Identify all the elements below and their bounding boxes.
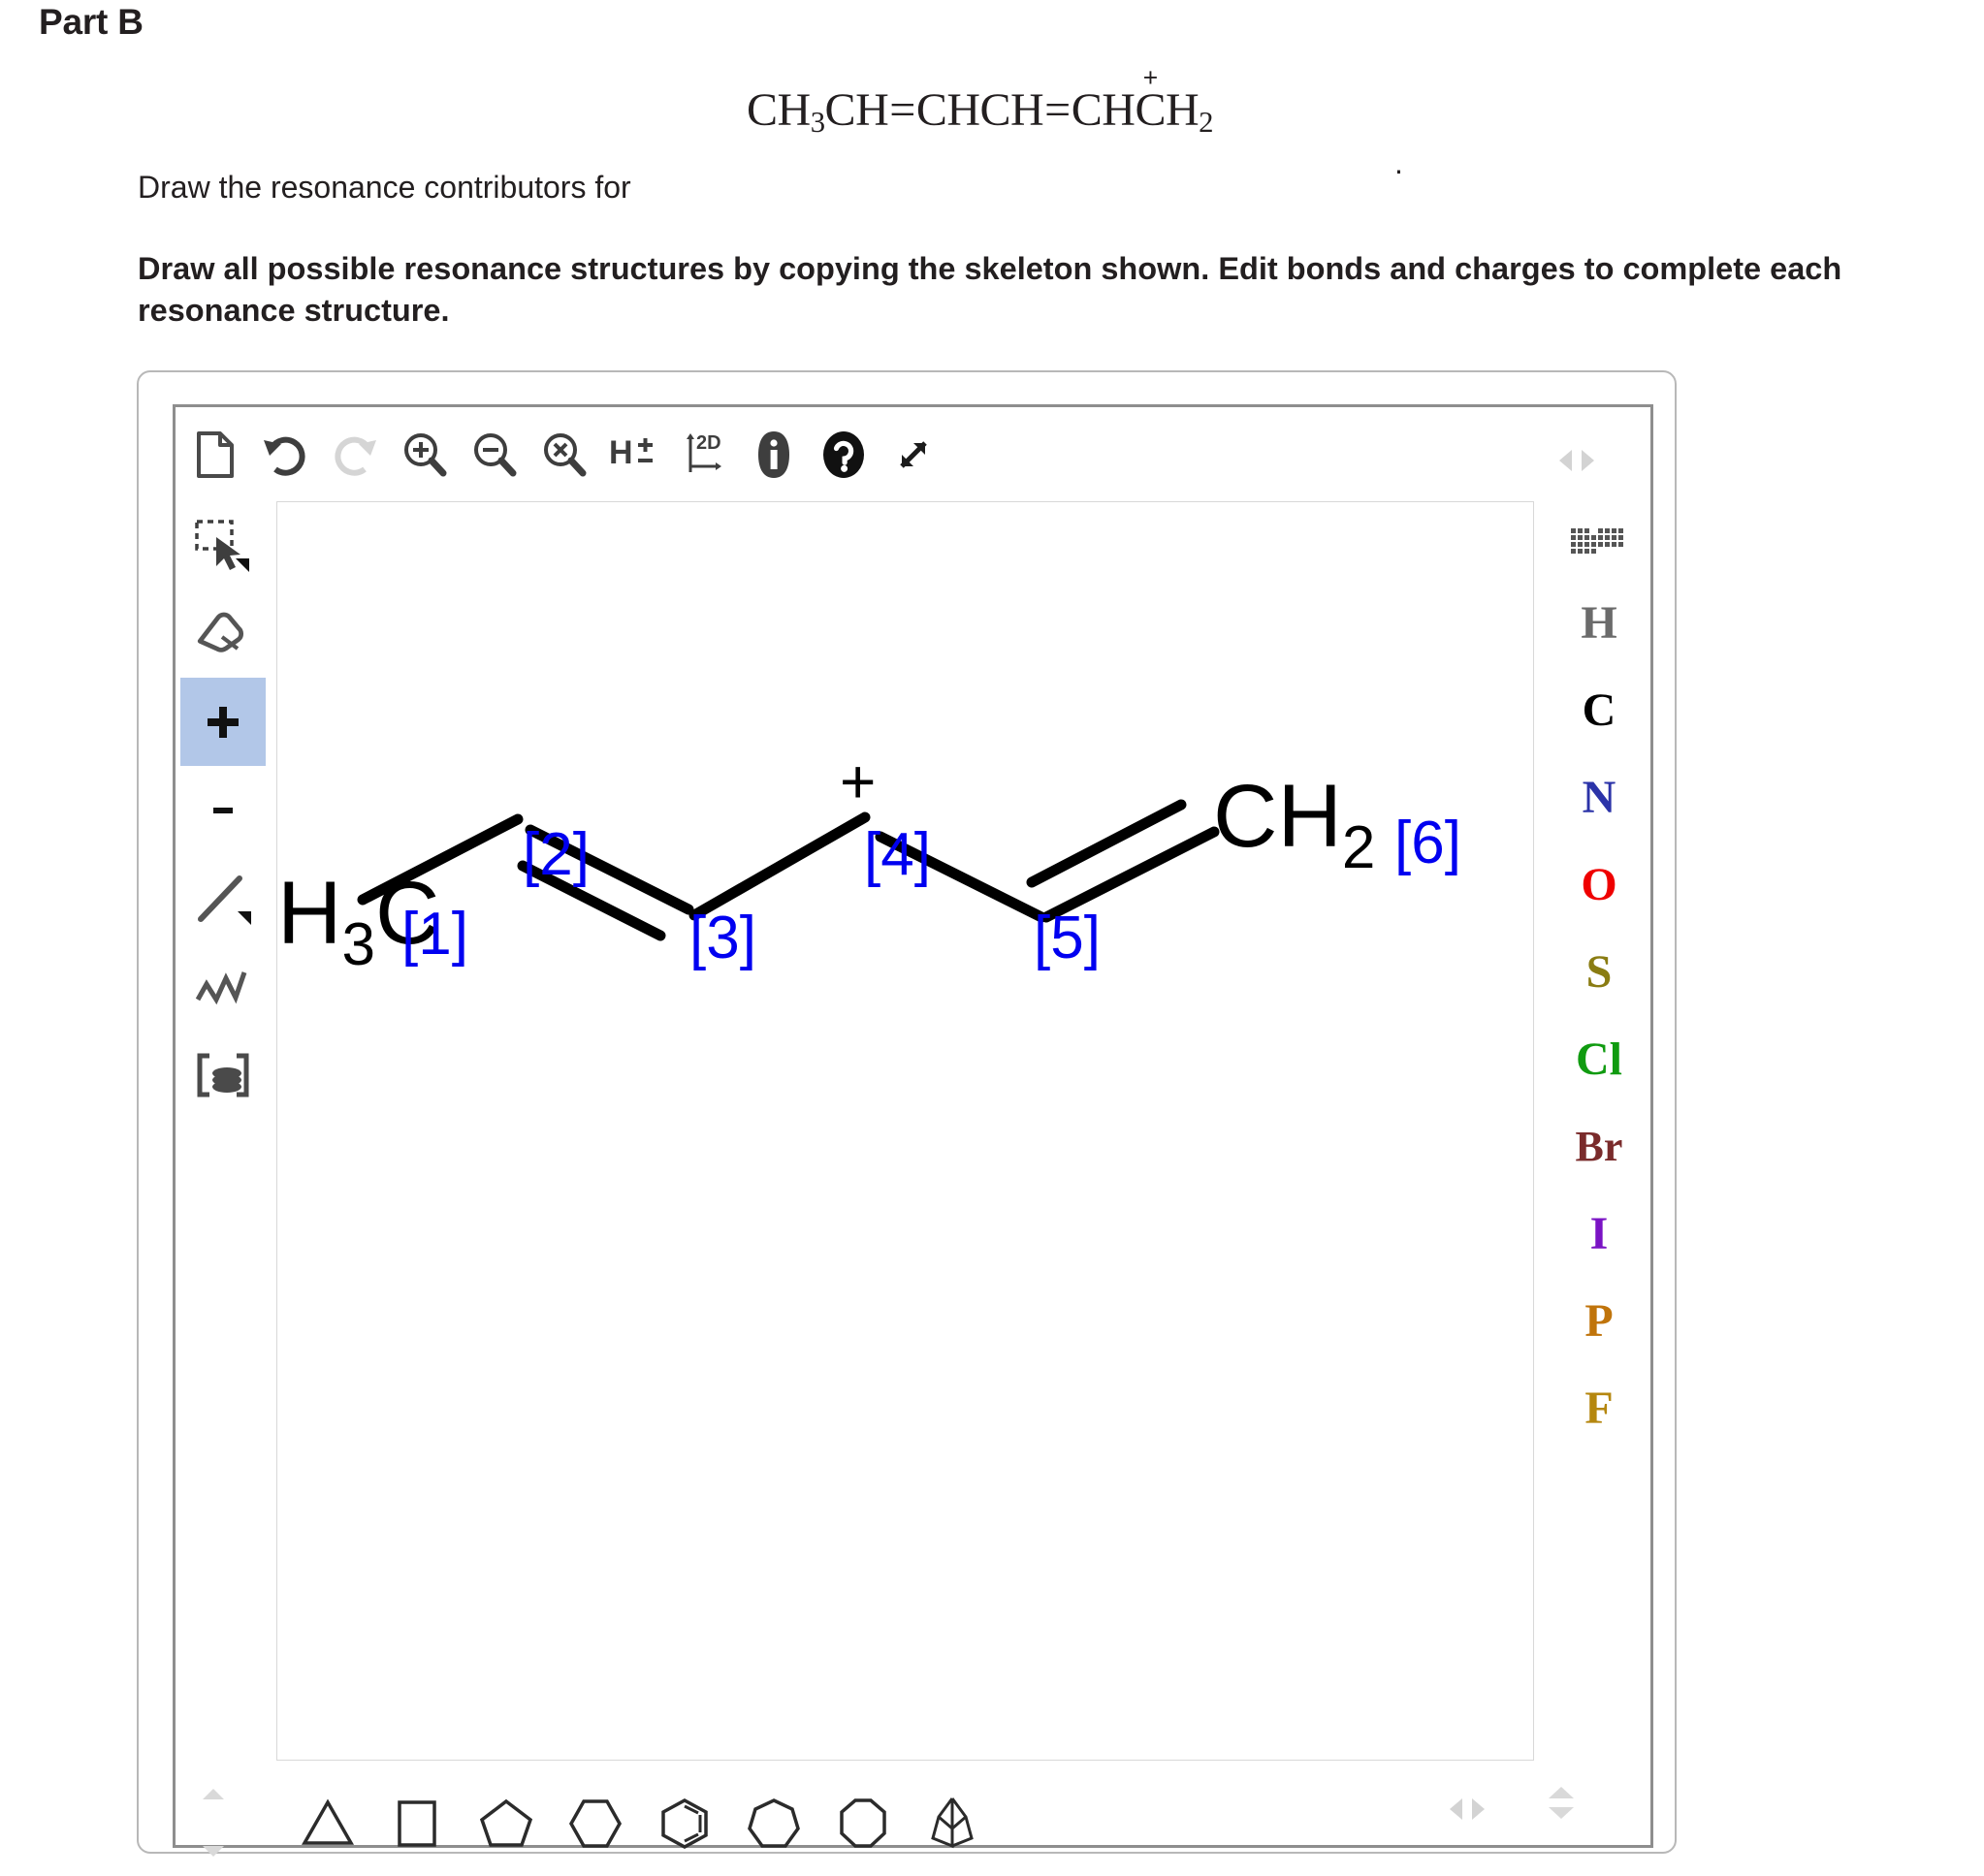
redo-button[interactable] — [320, 417, 390, 493]
skeleton-label-4[interactable]: [4] — [864, 821, 931, 888]
cyclobutane-button[interactable] — [372, 1782, 462, 1865]
element-button-cl[interactable]: Cl — [1547, 1016, 1651, 1103]
cyclopropane-button[interactable] — [283, 1782, 372, 1865]
cycloheptane-button[interactable] — [729, 1782, 818, 1865]
benzene-button[interactable] — [640, 1782, 729, 1865]
increase-charge-tool[interactable] — [180, 678, 266, 766]
element-button-i[interactable]: I — [1547, 1191, 1651, 1278]
template-group-tool[interactable] — [180, 1031, 266, 1119]
prompt-period: . — [1394, 145, 1403, 180]
undo-button[interactable] — [250, 417, 320, 493]
select-lasso-tool[interactable] — [180, 501, 266, 589]
zoom-in-button[interactable] — [390, 417, 460, 493]
svg-text:2D: 2D — [696, 432, 721, 454]
prompt-lead-text: Draw the resonance contributors for — [138, 170, 631, 205]
toolbar-pager-left-icon[interactable] — [1559, 450, 1572, 471]
ring-toolbar-pager[interactable] — [1450, 1798, 1485, 1820]
molecule-canvas[interactable]: H3C CH2 + [1] [2] [3] [4] [5] [6] — [276, 501, 1534, 1761]
element-button-p[interactable]: P — [1547, 1278, 1651, 1365]
bicyclic-button[interactable] — [908, 1782, 997, 1865]
help-button[interactable] — [809, 417, 879, 493]
element-button-h[interactable]: H — [1547, 580, 1651, 667]
decrease-charge-tool[interactable] — [180, 766, 266, 854]
molecule-drawing[interactable]: H3C CH2 + [1] [2] [3] [4] [5] [6] — [277, 502, 1534, 1761]
skeleton-label-6[interactable]: [6] — [1394, 810, 1461, 876]
skeleton-label-1[interactable]: [1] — [401, 901, 468, 968]
formula-text: CH3CH=CHCH=CH + CH2 — [747, 63, 1213, 140]
instruction-text: Draw all possible resonance structures b… — [138, 251, 1842, 329]
element-button-c[interactable]: C — [1547, 667, 1651, 754]
canvas-spinner-down-icon[interactable] — [1549, 1807, 1574, 1819]
ring-template-toolbar — [194, 1780, 1164, 1867]
cyclohexane-button[interactable] — [551, 1782, 640, 1865]
bond-3-4[interactable] — [688, 811, 871, 921]
toolbar-pager-right-icon[interactable] — [1582, 450, 1594, 471]
zoom-reset-button[interactable] — [529, 417, 599, 493]
top-toolbar: H 2D — [180, 412, 1528, 497]
hydrogen-toggle-button[interactable]: H — [599, 417, 669, 493]
left-tool-palette — [180, 501, 268, 1684]
bond-5-6-line-b[interactable] — [1026, 799, 1187, 888]
prompt-line: Draw the resonance contributors for — [138, 170, 631, 206]
canvas-vertical-spinner[interactable] — [1549, 1787, 1574, 1819]
cyclooctane-button[interactable] — [818, 1782, 908, 1865]
element-button-br[interactable]: Br — [1547, 1103, 1651, 1191]
element-button-o[interactable]: O — [1547, 842, 1651, 929]
fullscreen-button[interactable] — [879, 417, 948, 493]
clean-2d-button[interactable]: 2D — [669, 417, 739, 493]
page-title: Part B — [39, 2, 144, 42]
canvas-spinner-up-icon[interactable] — [1549, 1787, 1574, 1798]
skeleton-label-5[interactable]: [5] — [1034, 905, 1101, 971]
toolbar-pager[interactable] — [1559, 441, 1627, 480]
element-button-s[interactable]: S — [1547, 929, 1651, 1016]
info-button[interactable] — [739, 417, 809, 493]
zoom-out-button[interactable] — [460, 417, 529, 493]
svg-text:H: H — [609, 434, 633, 471]
periodic-table-icon[interactable] — [1547, 504, 1651, 580]
new-document-button[interactable] — [180, 417, 250, 493]
charge-plus-atom-4[interactable]: + — [840, 747, 876, 816]
skeleton-label-2[interactable]: [2] — [523, 821, 590, 888]
element-button-f[interactable]: F — [1547, 1365, 1651, 1452]
formula-plus-charge: + — [1142, 63, 1158, 92]
element-button-n[interactable]: N — [1547, 754, 1651, 842]
cyclopentane-button[interactable] — [462, 1782, 551, 1865]
ring-pager-right-icon[interactable] — [1472, 1798, 1485, 1820]
ring-pager-left-icon[interactable] — [1450, 1798, 1462, 1820]
chain-tool[interactable] — [180, 942, 266, 1031]
skeleton-label-3[interactable]: [3] — [689, 905, 756, 971]
element-palette: H C N O S Cl Br I P F — [1547, 504, 1653, 1765]
single-bond-tool[interactable] — [180, 854, 266, 942]
eraser-tool[interactable] — [180, 589, 266, 678]
molecular-formula: CH3CH=CHCH=CH + CH2 — [747, 63, 1213, 140]
atom-label-ch2[interactable]: CH2 — [1213, 767, 1375, 881]
